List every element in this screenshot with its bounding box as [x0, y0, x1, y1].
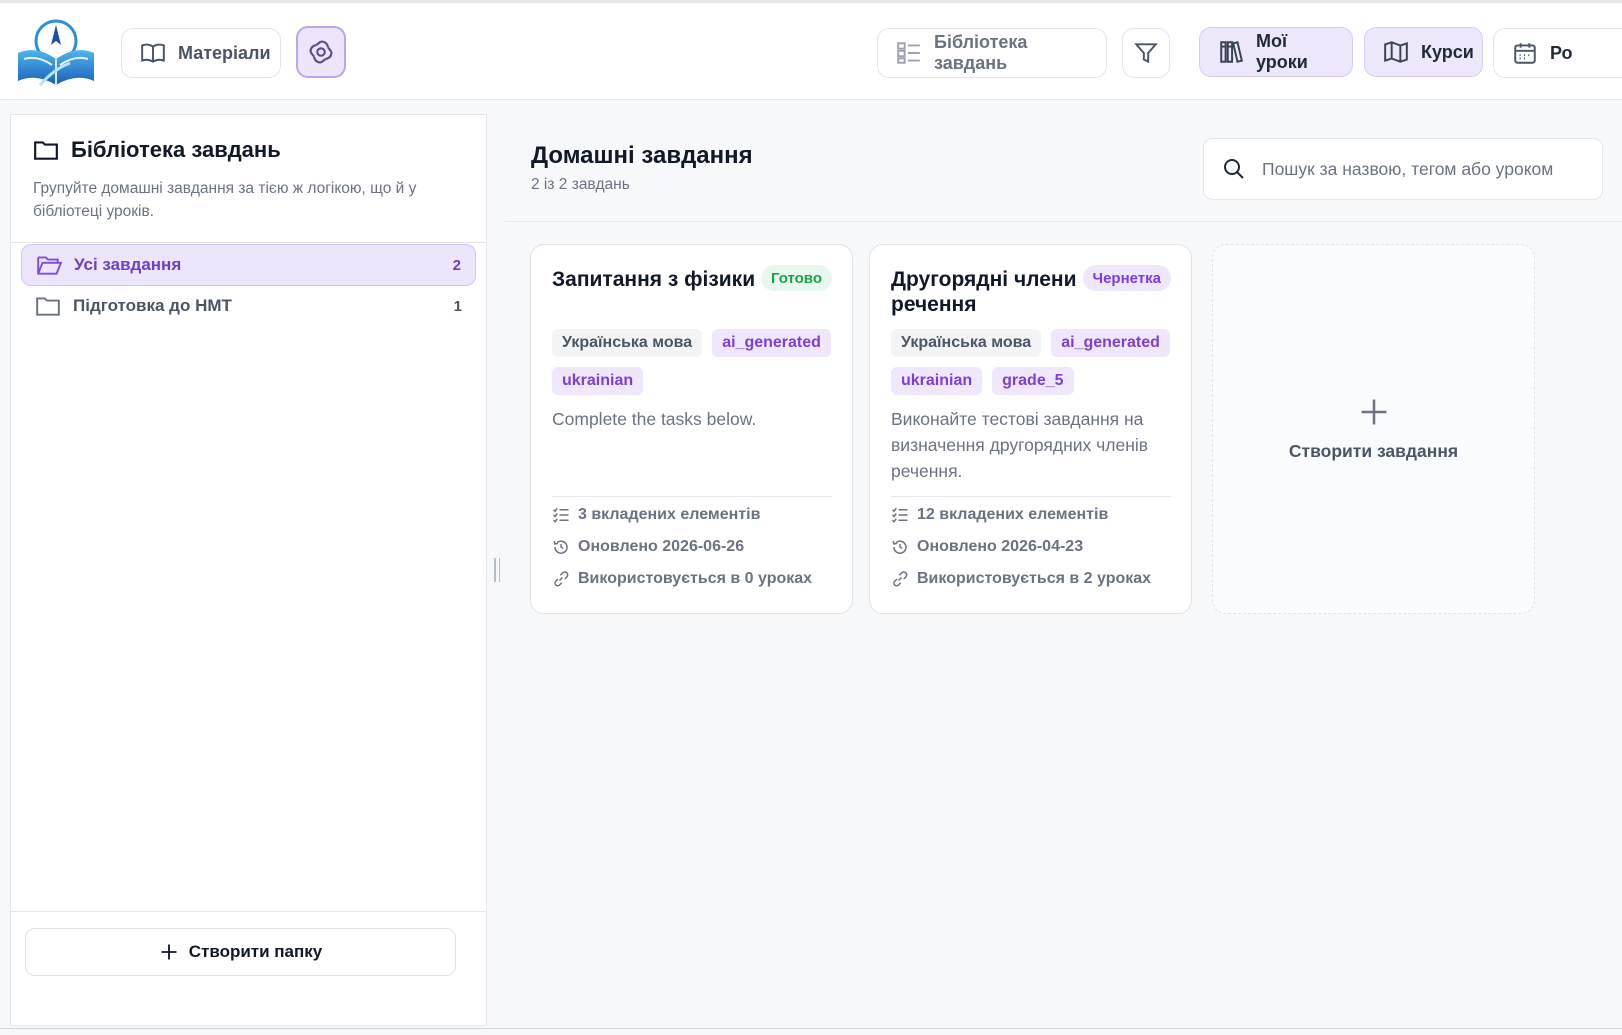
- usage-info: Використовується в 0 уроках: [552, 570, 812, 588]
- updated-text: Оновлено 2026-06-26: [578, 538, 745, 555]
- status-badge: Чернетка: [1082, 265, 1171, 291]
- checklist-icon: [891, 507, 908, 523]
- folder-label: Усі завдання: [74, 255, 182, 274]
- book-open-icon: [141, 43, 165, 63]
- create-folder-label: Створити папку: [188, 942, 323, 961]
- materials-button[interactable]: Матеріали: [121, 28, 281, 78]
- usage-text: Використовується в 2 уроках: [917, 570, 1152, 587]
- folder-label: Підготовка до НМТ: [73, 296, 232, 315]
- plus-icon: [1361, 399, 1386, 424]
- search-box[interactable]: [1203, 138, 1603, 200]
- panel-resize-handle[interactable]: [492, 558, 502, 582]
- folder-count: 1: [453, 297, 462, 315]
- page-title: Домашні завдання: [531, 142, 753, 169]
- folder-open-icon: [37, 256, 62, 275]
- sidebar-footer: Створити папку: [11, 911, 486, 1025]
- task-description: Виконайте тестові завдання на визначення…: [891, 409, 1149, 481]
- search-input[interactable]: [1262, 158, 1582, 180]
- sidebar-title-row: Бібліотека завдань: [33, 137, 466, 163]
- task-library-label: Бібліотека завдань: [934, 32, 1028, 73]
- link-icon: [893, 571, 908, 587]
- items-count-text: 12 вкладених елементів: [917, 506, 1109, 523]
- ai-spiral-icon: [309, 40, 333, 64]
- materials-label: Матеріали: [178, 42, 271, 63]
- calendar-icon: [1514, 43, 1536, 64]
- usage-text: Використовується в 0 уроках: [578, 570, 813, 587]
- card-divider: [891, 496, 1171, 497]
- main-header: Домашні завдання 2 із 2 завдань: [505, 114, 1622, 222]
- create-folder-button[interactable]: Створити папку: [25, 928, 456, 976]
- task-title: Другорядні члени речення: [891, 268, 1077, 316]
- keyword-tag: grade_5: [992, 367, 1074, 395]
- task-card[interactable]: Запитання з фізики Готово Українська мов…: [530, 244, 853, 614]
- status-badge: Готово: [760, 265, 832, 291]
- checklist-icon: [552, 507, 569, 523]
- history-icon: [892, 540, 907, 554]
- keyword-tag: ai_generated: [712, 329, 831, 357]
- items-count: 3 вкладених елементів: [552, 506, 760, 524]
- card-divider: [552, 496, 832, 497]
- task-library-button[interactable]: Бібліотека завдань: [877, 28, 1107, 78]
- create-task-label: Створити завдання: [1288, 440, 1459, 461]
- subject-tag: Українська мова: [552, 329, 703, 357]
- folder-item-nmt-prep[interactable]: Підготовка до НМТ 1: [21, 285, 476, 327]
- task-count: 2 із 2 завдань: [531, 176, 630, 193]
- updated-date: Оновлено 2026-04-23: [891, 538, 1083, 556]
- link-icon: [554, 571, 569, 587]
- keyword-tag: ukrainian: [891, 367, 983, 395]
- schedule-label: Ро: [1550, 42, 1573, 63]
- create-task-card[interactable]: Створити завдання: [1212, 244, 1535, 614]
- tag-list: Українська мова ai_generated ukrainian g…: [891, 329, 1181, 395]
- search-icon: [1224, 159, 1244, 179]
- window-bottom-border: [0, 1028, 1622, 1029]
- updated-text: Оновлено 2026-04-23: [917, 538, 1084, 555]
- sidebar-description: Групуйте домашні завдання за тією ж логі…: [33, 180, 417, 220]
- sidebar-header: Бібліотека завдань Групуйте домашні завд…: [11, 115, 486, 243]
- ai-assistant-button[interactable]: [296, 26, 346, 78]
- courses-label: Курси: [1421, 41, 1474, 62]
- tag-list: Українська мова ai_generated ukrainian: [552, 329, 842, 395]
- folder-icon: [36, 297, 60, 316]
- my-lessons-label: Мої уроки: [1256, 31, 1308, 72]
- sidebar: Бібліотека завдань Групуйте домашні завд…: [10, 114, 487, 1026]
- top-bar: Матеріали Бібліотека завдань Мої уроки К…: [0, 0, 1622, 100]
- folder-item-all-tasks[interactable]: Усі завдання 2: [21, 244, 476, 286]
- list-icon: [897, 42, 920, 64]
- usage-info: Використовується в 2 уроках: [891, 570, 1151, 588]
- items-count: 12 вкладених елементів: [891, 506, 1108, 524]
- history-icon: [553, 540, 568, 554]
- filter-icon: [1134, 43, 1158, 64]
- filter-button[interactable]: [1122, 28, 1170, 78]
- folder-icon: [34, 141, 58, 160]
- plus-icon: [161, 944, 177, 960]
- schedule-button[interactable]: Ро: [1493, 28, 1622, 78]
- keyword-tag: ukrainian: [552, 367, 644, 395]
- app-logo[interactable]: [14, 15, 98, 91]
- items-count-text: 3 вкладених елементів: [578, 506, 761, 523]
- folder-count: 2: [452, 256, 461, 274]
- library-books-icon: [1220, 41, 1244, 63]
- keyword-tag: ai_generated: [1051, 329, 1170, 357]
- task-card[interactable]: Другорядні члени речення Чернетка Україн…: [869, 244, 1192, 614]
- sidebar-title: Бібліотека завдань: [71, 137, 281, 162]
- map-icon: [1384, 41, 1408, 63]
- task-title: Запитання з фізики: [552, 268, 756, 291]
- updated-date: Оновлено 2026-06-26: [552, 538, 744, 556]
- courses-button[interactable]: Курси: [1364, 27, 1483, 77]
- task-description: Complete the tasks below.: [552, 409, 757, 429]
- my-lessons-button[interactable]: Мої уроки: [1199, 27, 1353, 77]
- subject-tag: Українська мова: [891, 329, 1042, 357]
